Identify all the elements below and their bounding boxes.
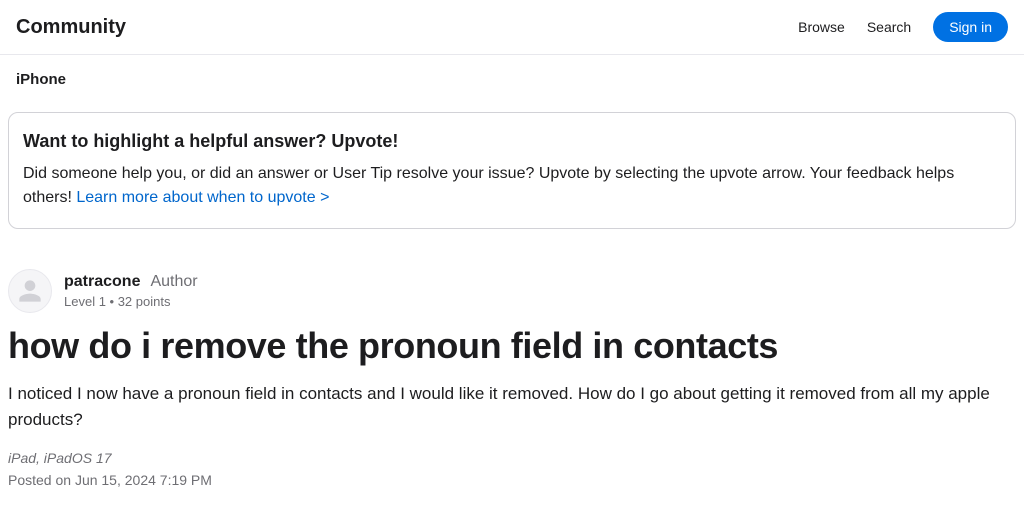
info-box: Want to highlight a helpful answer? Upvo… — [8, 112, 1016, 229]
breadcrumb: iPhone — [0, 55, 1024, 104]
header-nav: Browse Search Sign in — [798, 12, 1008, 42]
post-author: patracone Author Level 1 • 32 points — [8, 269, 1016, 313]
author-meta: Level 1 • 32 points — [64, 294, 198, 309]
breadcrumb-item[interactable]: iPhone — [16, 71, 66, 88]
person-icon — [14, 275, 46, 307]
info-box-text: Did someone help you, or did an answer o… — [23, 162, 1001, 210]
info-box-title: Want to highlight a helpful answer? Upvo… — [23, 131, 1001, 152]
post-date: Posted on Jun 15, 2024 7:19 PM — [8, 472, 1016, 488]
avatar[interactable] — [8, 269, 52, 313]
author-badge: Author — [150, 273, 197, 291]
post-device: iPad, iPadOS 17 — [8, 450, 1016, 466]
author-name[interactable]: patracone — [64, 273, 140, 291]
author-info: patracone Author Level 1 • 32 points — [64, 269, 198, 313]
post-body: I noticed I now have a pronoun field in … — [8, 381, 1016, 432]
header: Community Browse Search Sign in — [0, 0, 1024, 55]
author-line: patracone Author — [64, 273, 198, 291]
info-box-link[interactable]: Learn more about when to upvote > — [76, 189, 329, 206]
signin-button[interactable]: Sign in — [933, 12, 1008, 42]
community-title[interactable]: Community — [16, 16, 126, 39]
nav-search[interactable]: Search — [867, 19, 911, 35]
nav-browse[interactable]: Browse — [798, 19, 845, 35]
post-title: how do i remove the pronoun field in con… — [8, 325, 1016, 367]
main-content: Want to highlight a helpful answer? Upvo… — [0, 112, 1024, 488]
